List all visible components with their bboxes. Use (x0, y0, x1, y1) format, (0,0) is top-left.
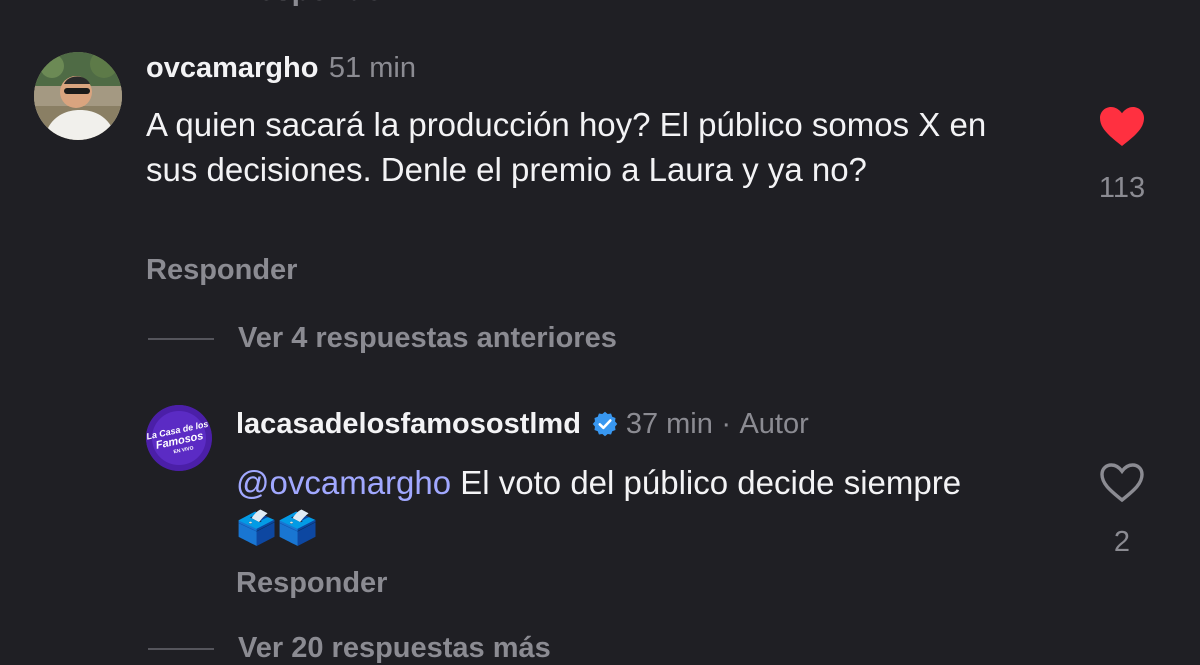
reply-link-previous[interactable]: Responder (236, 0, 395, 8)
avatar-lacasadelosfamosos[interactable]: La Casa de los Famosos EN VIVO (146, 405, 212, 471)
reply-button-2[interactable]: Responder (236, 567, 387, 600)
verified-badge-icon (591, 410, 619, 443)
reply-username[interactable]: lacasadelosfamosostlmd (236, 408, 581, 440)
view-previous-replies[interactable]: Ver 4 respuestas anteriores (238, 322, 617, 355)
ballot-box-emoji: 🗳️🗳️ (236, 509, 319, 546)
comment-text: A quien sacará la producción hoy? El púb… (146, 106, 987, 188)
reply-header: lacasadelosfamosostlmd 37 min · Autor (236, 408, 809, 443)
comment-time: 51 min (328, 52, 416, 84)
reply-text: @ovcamargho El voto del público decide s… (236, 460, 996, 550)
comment-header: ovcamargho 51 min (146, 52, 416, 85)
heart-outline-icon[interactable] (1098, 460, 1146, 504)
more-replies-divider-line (148, 648, 214, 650)
avatar-logo: La Casa de los Famosos EN VIVO (146, 405, 212, 471)
like-count-2: 2 (1113, 526, 1131, 558)
avatar-photo (34, 52, 122, 140)
replies-divider-line (148, 338, 214, 340)
reply-time: 37 min (625, 408, 713, 440)
reply-text-body: El voto del público decide siempre (451, 464, 962, 501)
heart-filled-icon[interactable] (1098, 104, 1146, 148)
view-more-replies[interactable]: Ver 20 respuestas más (238, 632, 551, 665)
author-tag: Autor (739, 408, 809, 440)
avatar-ovcamargho[interactable] (34, 52, 122, 140)
reply-button[interactable]: Responder (146, 254, 297, 287)
meta-separator: · (721, 408, 731, 440)
comment-username[interactable]: ovcamargho (146, 52, 318, 84)
mention-link[interactable]: @ovcamargho (236, 464, 451, 501)
like-count: 113 (1098, 172, 1146, 204)
